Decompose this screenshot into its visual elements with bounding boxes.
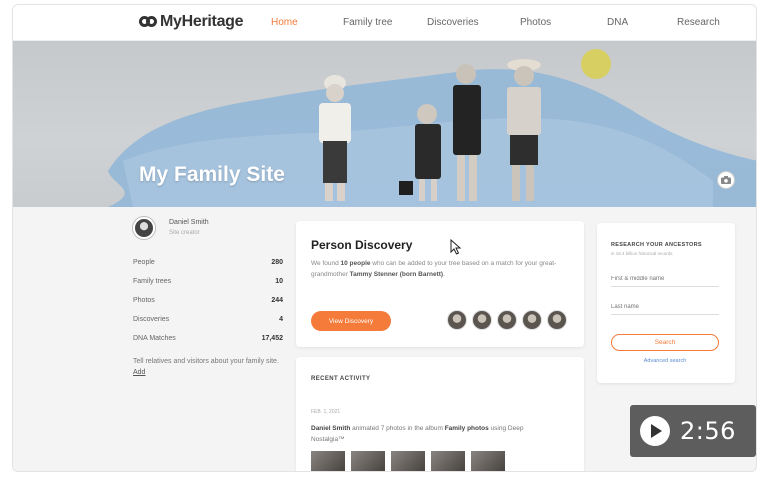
user-role: Site creator <box>169 230 200 236</box>
hero-artwork <box>108 59 756 207</box>
discovery-description: We found 10 people who can be added to y… <box>311 260 557 278</box>
activity-photos <box>311 451 511 471</box>
sun-decoration <box>581 49 611 79</box>
nav-dna[interactable]: DNA <box>607 17 628 28</box>
view-discovery-button[interactable]: View Discovery <box>311 311 391 331</box>
nav-discoveries[interactable]: Discoveries <box>427 17 479 28</box>
mouse-cursor-icon <box>450 239 462 255</box>
video-duration-badge[interactable]: 2:56 <box>630 405 756 457</box>
video-duration: 2:56 <box>680 417 736 445</box>
photo-thumbnail[interactable] <box>471 451 505 471</box>
research-card: RESEARCH YOUR ANCESTORS in 18.4 billion … <box>597 223 735 383</box>
research-title: RESEARCH YOUR ANCESTORS <box>611 242 702 248</box>
nav-family-tree[interactable]: Family tree <box>343 17 392 28</box>
tell-relatives-text: Tell relatives and visitors about your f… <box>133 358 279 376</box>
avatar[interactable] <box>133 217 155 239</box>
activity-text: Daniel Smith animated 7 photos in the al… <box>311 425 524 443</box>
camera-icon[interactable] <box>717 171 735 189</box>
myheritage-logo[interactable]: MyHeritage <box>139 13 244 31</box>
top-navigation: MyHeritage Home Family tree Discoveries … <box>13 5 756 41</box>
search-button[interactable]: Search <box>611 334 719 351</box>
photo-thumbnail[interactable] <box>351 451 385 471</box>
activity-date: FEB. 1, 2021 <box>311 409 341 415</box>
person-thumbnail[interactable] <box>447 310 467 330</box>
stat-discoveries[interactable]: Discoveries 4 <box>133 310 283 329</box>
discovery-title: Person Discovery <box>311 238 413 252</box>
logo-icon <box>139 15 157 29</box>
stat-photos[interactable]: Photos 244 <box>133 291 283 310</box>
stat-family-trees[interactable]: Family trees 10 <box>133 272 283 291</box>
nav-research[interactable]: Research <box>677 17 720 28</box>
photo-thumbnail[interactable] <box>431 451 465 471</box>
site-title: My Family Site <box>139 163 285 186</box>
photo-thumbnail[interactable] <box>311 451 345 471</box>
site-sidebar: Daniel Smith Site creator People 280 Fami… <box>133 217 283 378</box>
recent-activity-card: RECENT ACTIVITY FEB. 1, 2021 Daniel Smit… <box>296 357 584 471</box>
video-frame[interactable]: MyHeritage Home Family tree Discoveries … <box>12 4 757 472</box>
person-thumbnail[interactable] <box>522 310 542 330</box>
photo-thumbnail[interactable] <box>391 451 425 471</box>
recent-activity-title: RECENT ACTIVITY <box>311 376 371 382</box>
person-thumbnail[interactable] <box>472 310 492 330</box>
nav-photos[interactable]: Photos <box>520 17 551 28</box>
discovery-faces <box>442 310 567 330</box>
user-name: Daniel Smith <box>169 219 209 226</box>
add-link[interactable]: Add <box>133 369 145 376</box>
research-subtitle: in 18.4 billion historical records <box>611 251 673 256</box>
user-profile[interactable]: Daniel Smith Site creator <box>133 217 283 239</box>
person-discovery-card: Person Discovery We found 10 people who … <box>296 221 584 347</box>
nav-home[interactable]: Home <box>271 17 298 28</box>
stat-dna-matches[interactable]: DNA Matches 17,452 <box>133 329 283 348</box>
last-name-input[interactable] <box>611 299 719 315</box>
person-thumbnail[interactable] <box>497 310 517 330</box>
first-name-input[interactable] <box>611 271 719 287</box>
stat-people[interactable]: People 280 <box>133 253 283 272</box>
play-icon[interactable] <box>640 416 670 446</box>
person-thumbnail[interactable] <box>547 310 567 330</box>
advanced-search-link[interactable]: Advanced search <box>611 358 719 364</box>
hero-banner: My Family Site <box>13 41 756 207</box>
brand-name: MyHeritage <box>160 13 244 30</box>
